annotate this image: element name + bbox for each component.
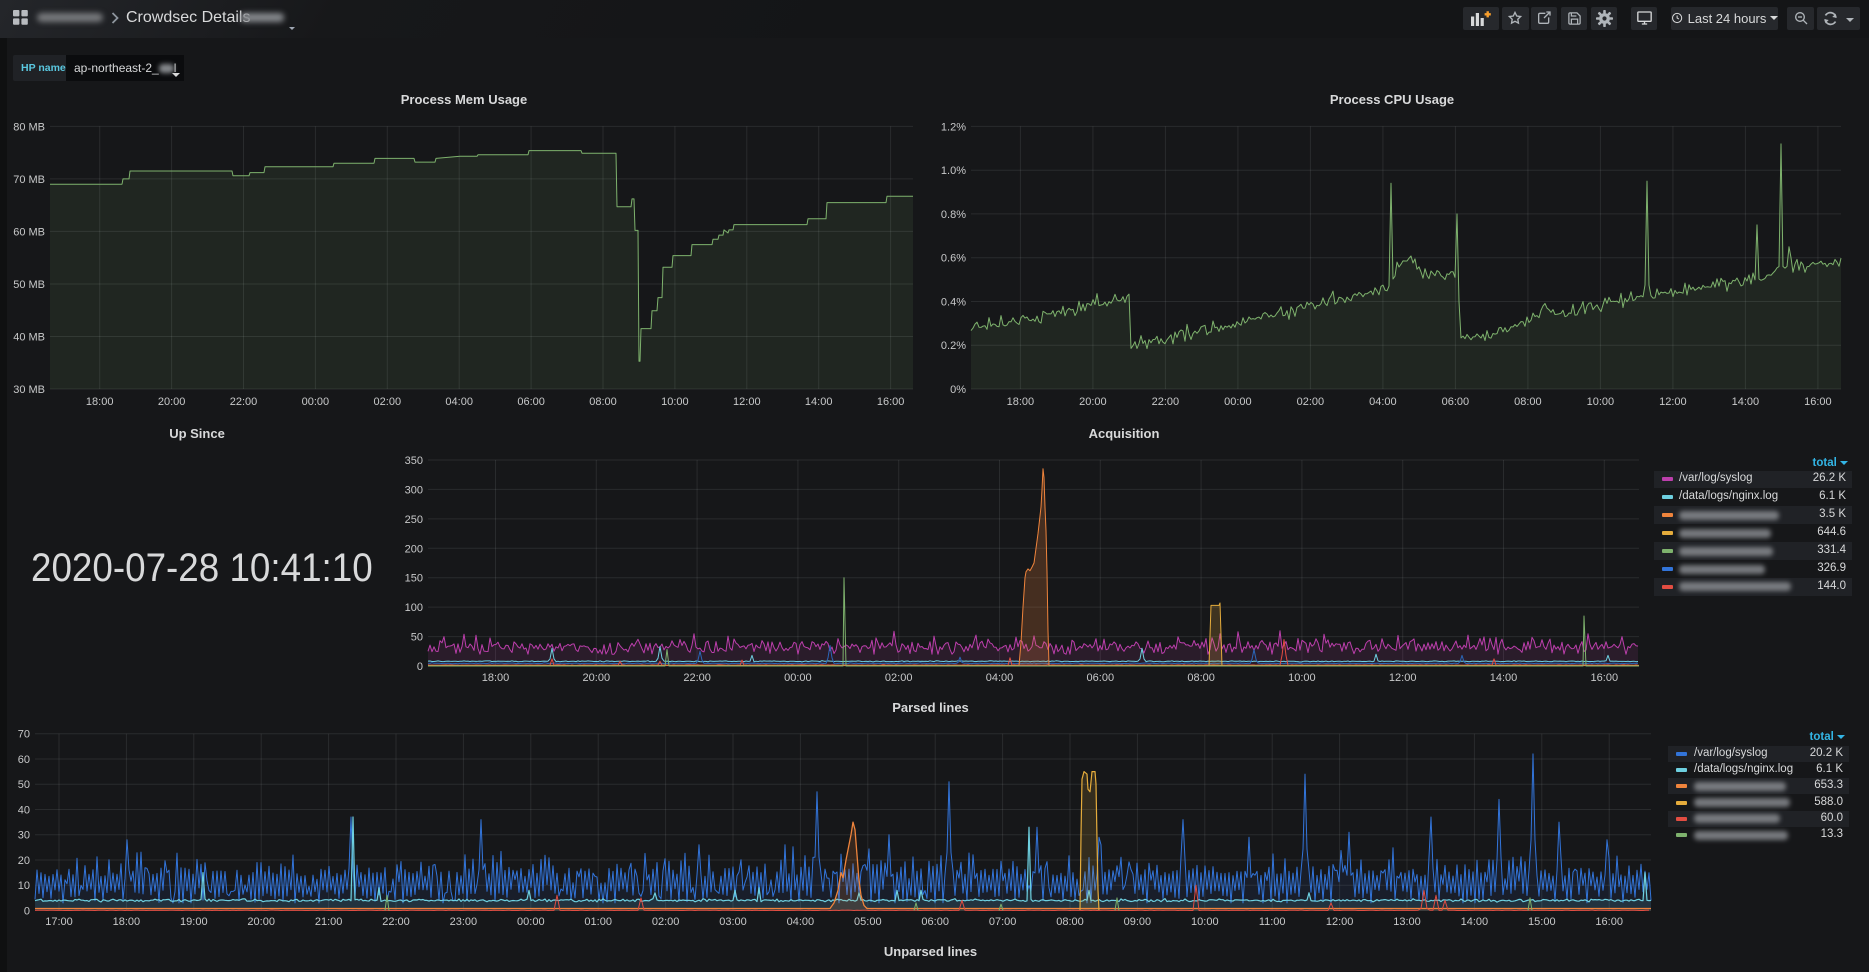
svg-text:20:00: 20:00 [583,672,611,684]
svg-text:16:00: 16:00 [1591,672,1619,684]
svg-text:06:00: 06:00 [921,916,949,928]
svg-text:16:00: 16:00 [1804,396,1832,408]
svg-text:01:00: 01:00 [584,916,612,928]
svg-text:200: 200 [405,543,423,555]
svg-text:0%: 0% [950,384,966,396]
svg-text:18:00: 18:00 [482,672,510,684]
svg-text:20:00: 20:00 [247,916,275,928]
svg-text:04:00: 04:00 [445,396,473,408]
svg-text:60 MB: 60 MB [13,226,45,238]
svg-text:50: 50 [18,779,30,791]
svg-text:10:00: 10:00 [661,396,689,408]
svg-text:06:00: 06:00 [517,396,545,408]
svg-text:250: 250 [405,514,423,526]
svg-text:08:00: 08:00 [1514,396,1542,408]
svg-text:08:00: 08:00 [1187,672,1215,684]
svg-text:02:00: 02:00 [1297,396,1325,408]
svg-text:0.8%: 0.8% [941,209,966,221]
svg-text:17:00: 17:00 [45,916,73,928]
svg-text:16:00: 16:00 [1595,916,1623,928]
svg-text:08:00: 08:00 [589,396,617,408]
svg-text:300: 300 [405,484,423,496]
svg-text:14:00: 14:00 [1490,672,1518,684]
svg-text:0: 0 [417,661,423,673]
svg-text:02:00: 02:00 [885,672,913,684]
svg-text:04:00: 04:00 [787,916,815,928]
svg-text:50: 50 [411,632,423,644]
svg-text:350: 350 [405,455,423,467]
svg-text:22:00: 22:00 [230,396,258,408]
svg-text:12:00: 12:00 [1659,396,1687,408]
svg-text:00:00: 00:00 [517,916,545,928]
svg-text:02:00: 02:00 [652,916,680,928]
svg-text:70: 70 [18,729,30,741]
svg-text:150: 150 [405,573,423,585]
svg-text:10:00: 10:00 [1191,916,1219,928]
svg-text:08:00: 08:00 [1056,916,1084,928]
svg-text:20: 20 [18,855,30,867]
svg-text:0.6%: 0.6% [941,253,966,265]
svg-text:10:00: 10:00 [1288,672,1316,684]
svg-text:04:00: 04:00 [1369,396,1397,408]
svg-text:14:00: 14:00 [1732,396,1760,408]
svg-text:40: 40 [18,805,30,817]
svg-text:04:00: 04:00 [986,672,1014,684]
svg-text:12:00: 12:00 [1326,916,1354,928]
svg-text:22:00: 22:00 [1152,396,1180,408]
svg-text:10:00: 10:00 [1587,396,1615,408]
svg-text:30 MB: 30 MB [13,384,45,396]
svg-text:23:00: 23:00 [450,916,478,928]
svg-text:02:00: 02:00 [374,396,402,408]
svg-text:00:00: 00:00 [302,396,330,408]
svg-text:30: 30 [18,830,30,842]
svg-text:06:00: 06:00 [1087,672,1115,684]
svg-text:00:00: 00:00 [784,672,812,684]
svg-text:0.4%: 0.4% [941,297,966,309]
svg-text:70 MB: 70 MB [13,174,45,186]
svg-text:0.2%: 0.2% [941,340,966,352]
svg-text:03:00: 03:00 [719,916,747,928]
svg-text:00:00: 00:00 [1224,396,1252,408]
svg-text:1.0%: 1.0% [941,165,966,177]
svg-text:22:00: 22:00 [683,672,711,684]
svg-text:15:00: 15:00 [1528,916,1556,928]
svg-text:07:00: 07:00 [989,916,1017,928]
svg-text:1.2%: 1.2% [941,121,966,133]
svg-text:22:00: 22:00 [382,916,410,928]
svg-text:20:00: 20:00 [158,396,186,408]
svg-text:21:00: 21:00 [315,916,343,928]
svg-text:14:00: 14:00 [1461,916,1489,928]
svg-text:18:00: 18:00 [86,396,114,408]
svg-text:60: 60 [18,754,30,766]
svg-text:13:00: 13:00 [1393,916,1421,928]
svg-text:40 MB: 40 MB [13,332,45,344]
svg-text:50 MB: 50 MB [13,279,45,291]
svg-text:80 MB: 80 MB [13,121,45,133]
svg-text:12:00: 12:00 [733,396,761,408]
svg-text:06:00: 06:00 [1442,396,1470,408]
svg-text:09:00: 09:00 [1124,916,1152,928]
svg-text:20:00: 20:00 [1079,396,1107,408]
svg-text:12:00: 12:00 [1389,672,1417,684]
svg-text:100: 100 [405,602,423,614]
svg-text:05:00: 05:00 [854,916,882,928]
svg-text:19:00: 19:00 [180,916,208,928]
svg-text:0: 0 [24,906,30,918]
svg-text:10: 10 [18,880,30,892]
svg-text:14:00: 14:00 [805,396,833,408]
svg-text:18:00: 18:00 [113,916,141,928]
svg-text:18:00: 18:00 [1007,396,1035,408]
svg-text:16:00: 16:00 [877,396,905,408]
svg-text:11:00: 11:00 [1259,916,1286,928]
